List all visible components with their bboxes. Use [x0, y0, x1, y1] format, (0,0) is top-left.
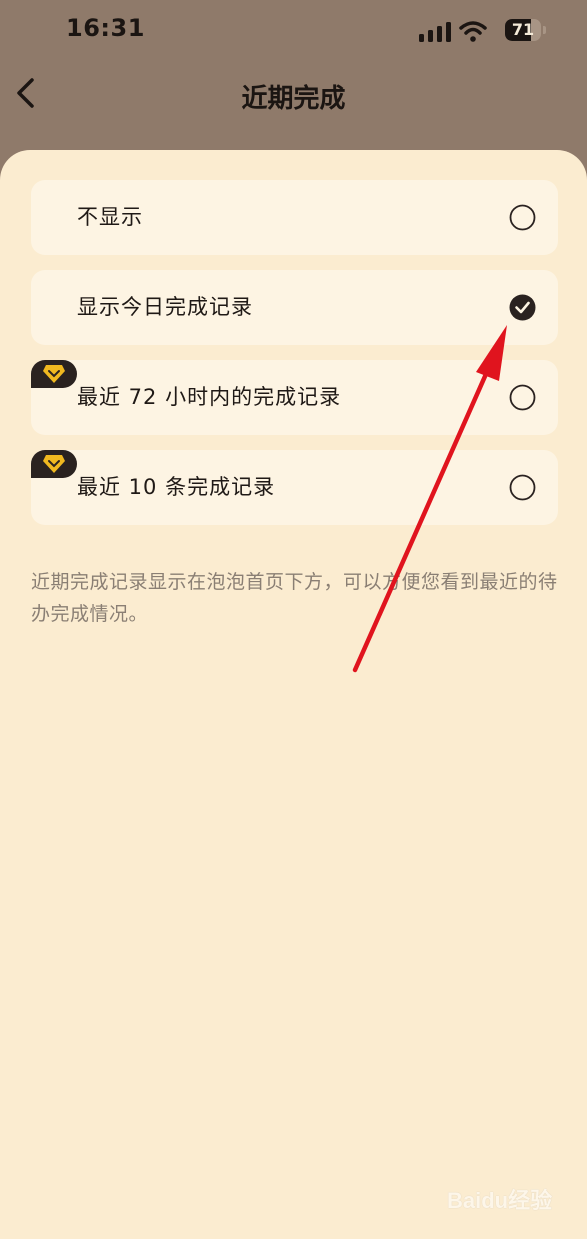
battery-level: 71 [511, 20, 535, 39]
battery-icon: 71 [505, 19, 547, 41]
watermark-text: Baidu经验 [447, 1188, 553, 1213]
vip-badge [31, 360, 77, 388]
option-label: 最近 10 条完成记录 [77, 475, 276, 499]
option-list: 不显示 显示今日完成记录 最近 72 小时内的完成记录 最近 10 条完成记录 [31, 180, 558, 540]
radio-checked-icon[interactable] [509, 294, 536, 321]
option-item-hide[interactable]: 不显示 [31, 180, 558, 255]
vip-diamond-icon [43, 365, 65, 383]
option-label: 显示今日完成记录 [77, 295, 253, 319]
content-sheet: 不显示 显示今日完成记录 最近 72 小时内的完成记录 最近 10 条完成记录 … [0, 150, 587, 1239]
wifi-icon [459, 21, 487, 42]
hint-text: 近期完成记录显示在泡泡首页下方，可以方便您看到最近的待办完成情况。 [31, 571, 558, 625]
radio-unchecked-icon[interactable] [509, 204, 536, 231]
option-label: 最近 72 小时内的完成记录 [77, 385, 342, 409]
status-time: 16:31 [66, 14, 145, 42]
radio-unchecked-icon[interactable] [509, 384, 536, 411]
option-item-72-hours[interactable]: 最近 72 小时内的完成记录 [31, 360, 558, 435]
vip-diamond-icon [43, 455, 65, 473]
radio-unchecked-icon[interactable] [509, 474, 536, 501]
signal-icon [419, 22, 451, 42]
battery-tip [543, 26, 546, 34]
option-item-last-10[interactable]: 最近 10 条完成记录 [31, 450, 558, 525]
baidu-watermark-logo: Baidu经验 [447, 1181, 557, 1225]
option-item-today[interactable]: 显示今日完成记录 [31, 270, 558, 345]
nav-bar: 近期完成 [0, 62, 587, 128]
option-label: 不显示 [77, 205, 143, 229]
page-title: 近期完成 [241, 84, 346, 114]
battery-body: 71 [505, 19, 541, 41]
vip-badge [31, 450, 77, 478]
status-bar: 16:31 71 [0, 0, 587, 62]
